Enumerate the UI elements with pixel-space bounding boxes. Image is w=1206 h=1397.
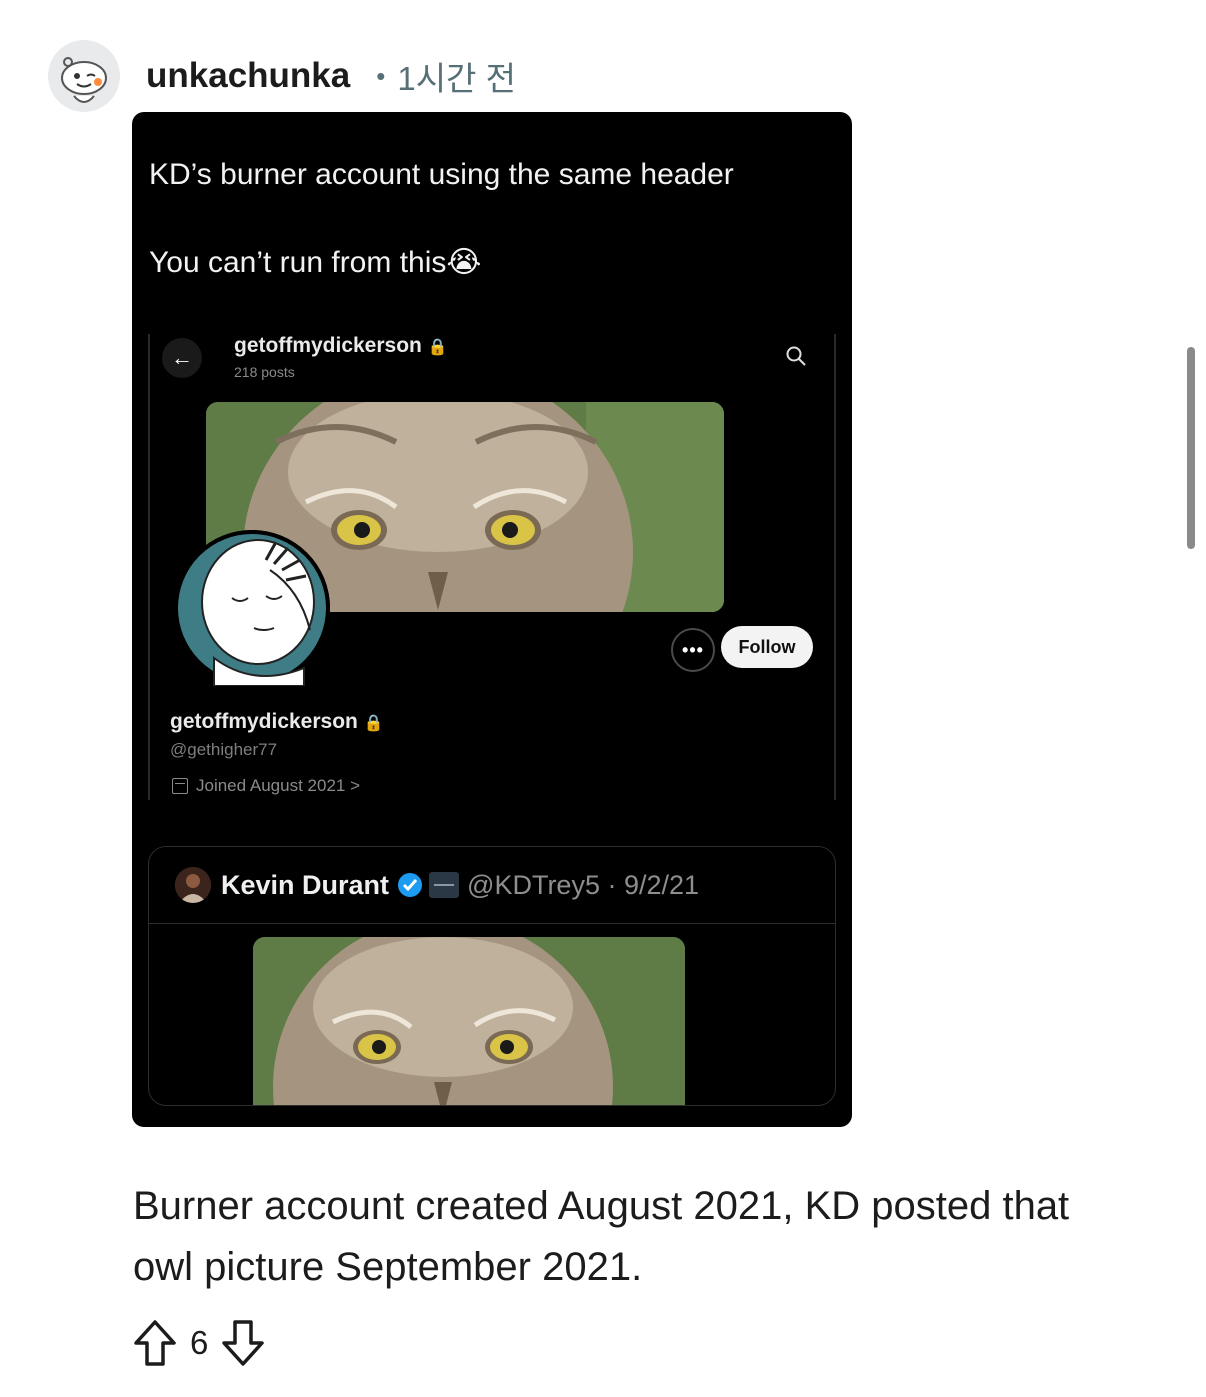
follow-button: Follow [721,626,813,668]
profile-joined: Joined August 2021 > [172,776,360,796]
tweet-text-line-2: You can’t run from this😭 [149,246,482,279]
profile-joined-text: Joined August 2021 [196,776,346,795]
embedded-image[interactable]: KD’s burner account using the same heade… [132,112,852,1127]
profile-name: getoffmydickerson 🔒 [170,710,384,734]
chevron-right-icon: > [350,776,361,795]
quoted-tweet-header: Kevin Durant @KDTrey5 · 9/2/21 [149,847,835,924]
profile-avatar [174,530,330,687]
quoted-tweet: Kevin Durant @KDTrey5 · 9/2/21 [148,846,836,1106]
downvote-icon [222,1320,265,1366]
scrollbar[interactable] [1187,347,1195,549]
owl-quoted-image [253,937,685,1105]
comment-username[interactable]: unkachunka [146,56,350,96]
comment-timestamp: 1시간 전 [397,60,516,97]
lock-icon: 🔒 [363,715,384,732]
search-icon [786,346,806,366]
comment-body: Burner account created August 2021, KD p… [133,1184,1070,1289]
upvote-icon [134,1320,176,1366]
comment-header: unkachunka • 1시간 전 [48,38,516,114]
profile-handle: @gethigher77 [170,740,278,759]
affiliate-badge-icon [429,872,460,898]
profile-name-text: getoffmydickerson [170,710,358,733]
profile-title: getoffmydickerson 🔒 [234,334,448,358]
profile-title-text: getoffmydickerson [234,334,422,357]
meta-separator: • [376,60,386,91]
quoted-tweet-author: Kevin Durant [221,869,390,900]
verified-icon [398,873,423,897]
reddit-avatar-icon[interactable] [48,40,120,112]
vote-count: 6 [190,1324,209,1361]
profile-screenshot: ← getoffmydickerson 🔒 218 posts ••• Foll… [148,334,836,800]
back-arrow-icon: ← [162,338,202,378]
quoted-tweet-handle-date: @KDTrey5 · 9/2/21 [467,869,700,900]
vote-bar: 6 [132,1316,266,1370]
kd-avatar [175,867,211,903]
lock-icon: 🔒 [427,339,448,356]
calendar-icon [172,778,188,794]
more-options-button: ••• [671,628,715,672]
upvote-button[interactable] [132,1318,178,1368]
profile-posts-count: 218 posts [234,364,295,380]
tweet-text-line-1: KD’s burner account using the same heade… [149,158,734,191]
downvote-button[interactable] [220,1318,266,1368]
